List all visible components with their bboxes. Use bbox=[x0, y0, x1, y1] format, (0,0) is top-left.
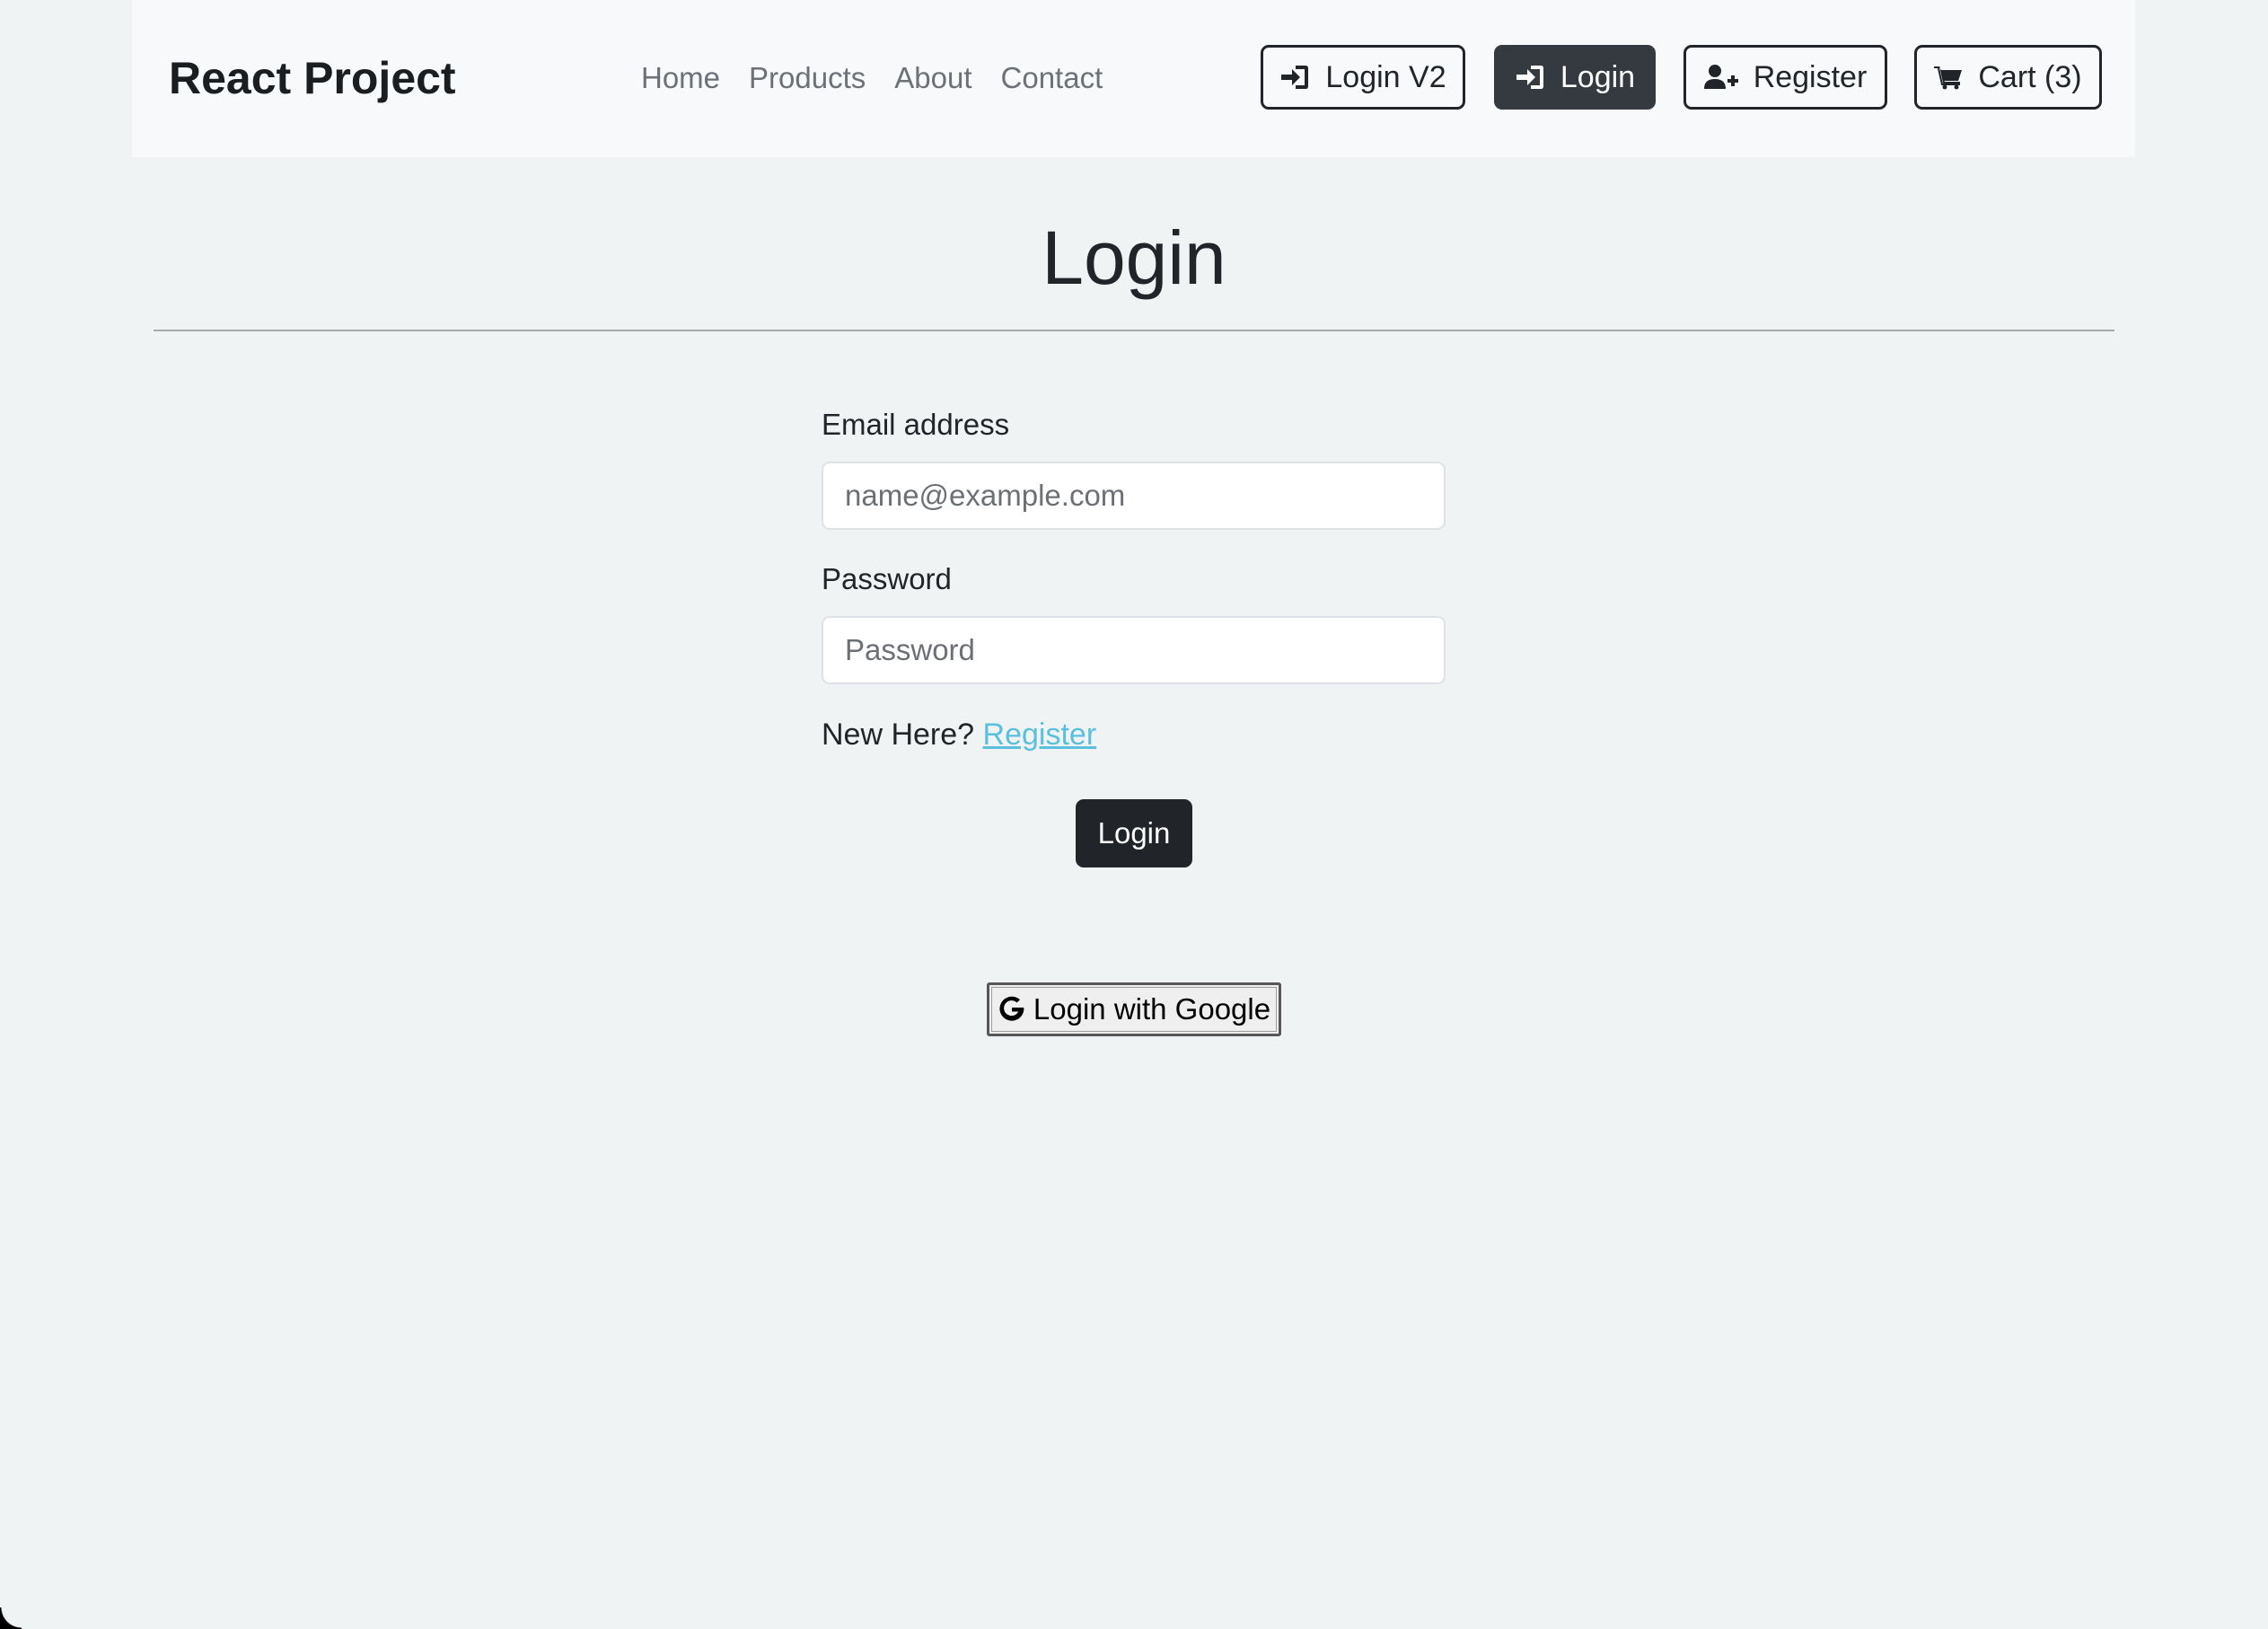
title-divider bbox=[154, 330, 2114, 331]
google-login-button[interactable]: Login with Google bbox=[987, 982, 1281, 1036]
nav-link-about[interactable]: About bbox=[894, 57, 971, 100]
login-v2-button-label: Login V2 bbox=[1325, 59, 1446, 94]
login-nav-button[interactable]: Login bbox=[1494, 45, 1656, 110]
cart-button-label: Cart (3) bbox=[1978, 59, 2082, 94]
user-plus-icon bbox=[1703, 65, 1738, 89]
register-link[interactable]: Register bbox=[983, 718, 1097, 752]
navbar: React Project Home Products About Contac… bbox=[132, 0, 2135, 157]
nav-link-contact[interactable]: Contact bbox=[1001, 57, 1103, 100]
google-g-icon bbox=[999, 996, 1024, 1021]
password-input[interactable] bbox=[822, 616, 1446, 684]
password-label: Password bbox=[822, 562, 952, 595]
register-nav-button-label: Register bbox=[1753, 59, 1868, 94]
nav-link-products[interactable]: Products bbox=[749, 57, 866, 100]
new-here-label: New Here? bbox=[822, 718, 975, 752]
sign-in-icon bbox=[1281, 66, 1309, 89]
cart-button[interactable]: Cart (3) bbox=[1914, 45, 2102, 110]
window-corner bbox=[0, 1607, 22, 1629]
page-title: Login bbox=[1042, 216, 1226, 300]
shopping-cart-icon bbox=[1934, 66, 1963, 90]
email-label: Email address bbox=[822, 408, 1010, 441]
nav-links: Home Products About Contact bbox=[641, 57, 1131, 100]
sign-in-icon bbox=[1516, 66, 1543, 89]
nav-link-home[interactable]: Home bbox=[641, 57, 720, 100]
email-input[interactable] bbox=[822, 462, 1446, 530]
login-v2-button[interactable]: Login V2 bbox=[1261, 45, 1465, 110]
brand-logo[interactable]: React Project bbox=[169, 50, 456, 106]
new-here-text: New Here? Register bbox=[822, 715, 1096, 754]
register-nav-button[interactable]: Register bbox=[1683, 45, 1887, 110]
login-submit-button[interactable]: Login bbox=[1076, 799, 1192, 867]
google-login-button-label: Login with Google bbox=[1033, 992, 1271, 1026]
login-nav-button-label: Login bbox=[1560, 59, 1636, 94]
